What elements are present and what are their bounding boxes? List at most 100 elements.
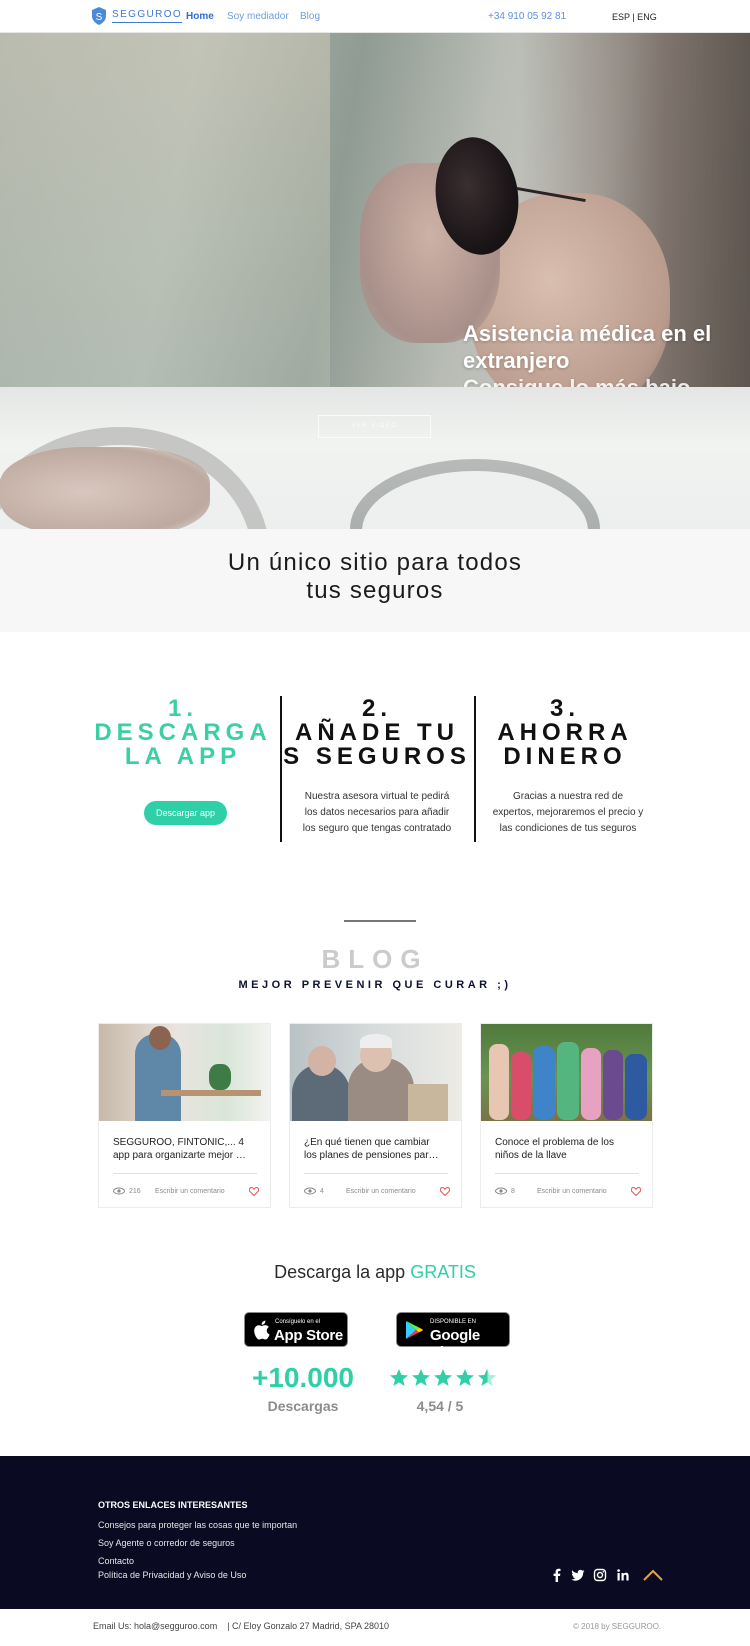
star-icon [434,1369,452,1386]
post-title-line: app para organizarte mejor … [113,1150,246,1161]
hero-next-caption: Consigue lo más bajo [463,375,691,388]
write-comment-link[interactable]: Escribir un comentario [537,1188,607,1195]
eye-icon [304,1187,316,1195]
blog-divider [344,920,416,922]
step-2-desc-line: los seguro que tengas contratado [302,823,452,834]
step-2-line-2: S SEGUROS [283,743,471,770]
phone-number-link[interactable]: +34 910 05 92 81 [488,11,566,22]
post-image-group-of-children[interactable] [481,1024,652,1121]
post-title[interactable]: SEGGUROO, FINTONIC,... 4 app para organi… [113,1136,259,1162]
apple-icon [254,1320,270,1340]
step-3-desc-line: Gracias a nuestra red de [512,791,624,802]
star-icon [412,1369,430,1386]
app-store-badge[interactable]: Consíguelo en el App Store [244,1312,348,1347]
contact-info: Email Us: hola@segguroo.com | C/ Eloy Go… [93,1621,389,1631]
step-2-desc-line: los datos necesarios para añadir [304,807,450,818]
step-2-description: Nuestra asesora virtual te pedirá los da… [292,789,462,837]
shield-logo-icon: S [92,7,106,25]
footer-link[interactable]: Consejos para proteger las cosas que te … [98,1520,297,1530]
step-1-line-2: LA APP [124,743,242,770]
post-meta: 8 Escribir un comentario [495,1184,641,1198]
star-icon [390,1369,408,1386]
step-2-desc-line: Nuestra asesora virtual te pedirá [304,791,450,802]
tagline: Un único sitio para todos tus seguros [0,549,750,605]
language-switcher[interactable]: ESP | ENG [612,12,657,22]
footer-link[interactable]: Política de Privacidad y Aviso de Uso [98,1570,246,1580]
post-image-man-at-laptop[interactable] [99,1024,270,1121]
blog-post-card[interactable]: Conoce el problema de los niños de la ll… [480,1023,653,1208]
app-heading-free: GRATIS [410,1262,476,1282]
post-title[interactable]: Conoce el problema de los niños de la ll… [495,1136,641,1162]
bottom-bar: Email Us: hola@segguroo.com | C/ Eloy Go… [0,1609,750,1646]
back-to-top-icon[interactable] [642,1568,664,1582]
heart-icon[interactable] [440,1186,450,1196]
star-icon [456,1369,474,1386]
post-title[interactable]: ¿En qué tienen que cambiar los planes de… [304,1136,450,1162]
twitter-icon[interactable] [571,1568,585,1582]
step-2-title: 2. AÑADE TU S SEGUROS [282,697,472,769]
write-comment-link[interactable]: Escribir un comentario [346,1188,416,1195]
write-comment-link[interactable]: Escribir un comentario [155,1188,225,1195]
card-separator [304,1173,448,1174]
heart-icon[interactable] [631,1186,641,1196]
blog-post-card[interactable]: SEGGUROO, FINTONIC,... 4 app para organi… [98,1023,271,1208]
blog-subtitle: MEJOR PREVENIR QUE CURAR ;) [238,979,512,991]
app-store-big-text: App Store [274,1327,343,1344]
map-backdrop [0,33,330,387]
step-3-title: 3. AHORRA DINERO [474,697,656,769]
blog-post-card[interactable]: ¿En qué tienen que cambiar los planes de… [289,1023,462,1208]
view-count: 8 [511,1187,515,1195]
contact-email[interactable]: Email Us: hola@segguroo.com [93,1621,217,1631]
rating-value: 4,54 / 5 [416,1398,464,1414]
rating-stars [389,1368,497,1388]
footer-link[interactable]: Soy Agente o corredor de seguros [98,1538,235,1548]
footer-heading: OTROS ENLACES INTERESANTES [98,1500,248,1510]
google-play-small-text: DISPONIBLE EN [430,1319,477,1325]
eye-icon [495,1187,507,1195]
download-app-button[interactable]: Descargar app [144,801,227,825]
nav-blog[interactable]: Blog [300,11,320,22]
play-video-button[interactable]: VER VIDEO [318,415,431,438]
google-play-badge[interactable]: DISPONIBLE EN Google Play [396,1312,510,1361]
step-1-number: 1. [167,695,198,722]
post-image-elderly-people-laughing[interactable] [290,1024,461,1121]
tagline-line-1: Un único sitio para todos [227,549,523,576]
step-3-line-2: DINERO [503,743,627,770]
tagline-line-2: tus seguros [306,577,444,604]
brand-logo[interactable]: S SEGGUROO [92,7,183,25]
app-download-heading: Descarga la app GRATIS [0,1262,750,1283]
post-meta: 216 Escribir un comentario [113,1184,259,1198]
nav-home[interactable]: Home [186,11,214,22]
contact-address: | C/ Eloy Gonzalo 27 Madrid, SPA 28010 [227,1621,389,1631]
google-play-big-text: Google Play [430,1327,480,1361]
step-3-description: Gracias a nuestra red de expertos, mejor… [478,789,658,837]
post-title-line: niños de la llave [495,1150,567,1161]
step-2-line-1: AÑADE TU [295,719,459,746]
step-3-line-1: AHORRA [497,719,633,746]
footer-link[interactable]: Contacto [98,1556,134,1566]
downloads-count: +10.000 [252,1362,354,1393]
facebook-icon[interactable] [550,1568,564,1582]
instagram-icon[interactable] [593,1568,607,1582]
step-3-desc-line: expertos, mejoraremos el precio y [492,807,644,818]
footer: OTROS ENLACES INTERESANTES Consejos para… [0,1456,750,1609]
step-3-number: 3. [549,695,580,722]
hero-caption-text: Asistencia médica en el extranjero [463,321,712,373]
star-icon [478,1369,496,1386]
driving-video-strip [0,387,750,529]
post-title-line: ¿En qué tienen que cambiar [304,1137,430,1148]
heart-icon[interactable] [249,1186,259,1196]
top-navigation-bar: S SEGGUROO Home Soy mediador Blog +34 91… [0,0,750,33]
view-count: 216 [129,1187,141,1195]
hands-on-wheel-shape [0,447,210,529]
card-separator [113,1173,257,1174]
step-2-number: 2. [361,695,392,722]
downloads-label: Descargas [267,1398,339,1414]
linkedin-icon[interactable] [616,1568,630,1582]
step-1-line-1: DESCARGA [94,719,272,746]
brand-name: SEGGUROO [112,9,183,23]
card-separator [495,1173,639,1174]
step-1-title: 1. DESCARGA LA APP [88,697,278,769]
nav-soy-mediador[interactable]: Soy mediador [227,11,289,22]
view-count: 4 [320,1187,324,1195]
